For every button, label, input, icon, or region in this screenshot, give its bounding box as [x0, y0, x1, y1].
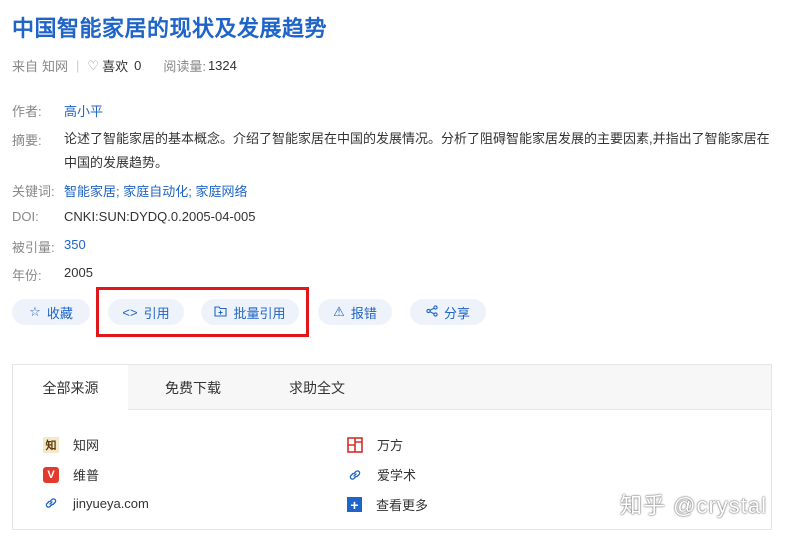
tab-request-fulltext[interactable]: 求助全文: [267, 365, 367, 410]
keyword-separator: ;: [188, 184, 192, 199]
cite-highlight-box: [96, 287, 309, 337]
source-label: 查看更多: [376, 498, 429, 513]
source-label: 知网: [73, 438, 100, 453]
doi-label: DOI:: [12, 209, 39, 224]
abstract-label: 摘要:: [12, 133, 42, 148]
warning-icon: ⚠: [333, 304, 345, 319]
collect-button[interactable]: ☆ 收藏: [12, 299, 90, 325]
page-title: 中国智能家居的现状及发展趋势: [12, 16, 328, 41]
source-label: 万方: [377, 438, 404, 453]
share-label: 分享: [443, 305, 470, 321]
source-label: 爱学术: [377, 468, 417, 483]
source-label: 维普: [73, 468, 100, 483]
cnki-logo-icon: 知: [43, 436, 59, 453]
reads-count: 1324: [207, 58, 237, 73]
author-link[interactable]: 高小平: [64, 101, 103, 120]
meta-separator: |: [76, 58, 80, 73]
article-meta: 来自 知网 | ♡ 喜欢 0 阅读量: 1324: [12, 56, 237, 75]
year-label: 年份:: [12, 268, 42, 283]
tab-all-sources[interactable]: 全部来源: [13, 365, 128, 411]
sources-tab-bar: 全部来源 免费下载 求助全文: [13, 365, 771, 411]
keyword-separator: ;: [116, 184, 120, 199]
source-item-aixueshu[interactable]: 爱学术: [347, 465, 416, 484]
collect-label: 收藏: [46, 305, 73, 321]
like-button[interactable]: ♡ 喜欢 0: [87, 56, 141, 75]
tab-free-download[interactable]: 免费下载: [143, 365, 243, 410]
source-prefix: 来自: [12, 59, 39, 74]
keywords-label: 关键词:: [12, 184, 55, 199]
heart-icon: ♡: [87, 57, 100, 73]
source-item-wanfang[interactable]: 万方: [347, 435, 403, 454]
author-label: 作者:: [12, 104, 42, 119]
keyword-link[interactable]: 家庭自动化: [123, 184, 188, 199]
watermark: 知乎 @crystal: [620, 493, 768, 518]
source-name[interactable]: 知网: [42, 56, 68, 75]
source-label: jinyueya.com: [73, 495, 149, 511]
share-button[interactable]: 分享: [410, 299, 486, 325]
link-icon: [43, 495, 59, 511]
link-icon: [347, 467, 363, 483]
share-icon: [426, 304, 438, 320]
reads-label: 阅读量:: [163, 59, 206, 74]
keyword-link[interactable]: 智能家居: [64, 184, 116, 199]
source-item-vip[interactable]: V 维普: [43, 465, 99, 484]
keyword-link[interactable]: 家庭网络: [196, 184, 248, 199]
cited-count-link[interactable]: 350: [64, 237, 86, 252]
abstract-text: 论述了智能家居的基本概念。介绍了智能家居在中国的发展情况。分析了阻碍智能家居发展…: [64, 131, 770, 170]
source-item-cnki[interactable]: 知 知网: [43, 435, 99, 454]
like-count: 0: [134, 58, 142, 73]
cited-label: 被引量:: [12, 240, 55, 255]
star-icon: ☆: [29, 304, 41, 319]
report-button[interactable]: ⚠ 报错: [318, 299, 392, 325]
source-item-jinyueya[interactable]: jinyueya.com: [43, 495, 149, 511]
report-label: 报错: [350, 305, 377, 321]
view-more-sources[interactable]: + 查看更多: [347, 495, 428, 514]
plus-icon: +: [347, 497, 362, 513]
doi-value: CNKI:SUN:DYDQ.0.2005-04-005: [64, 209, 256, 224]
wanfang-logo-icon: [347, 436, 363, 453]
vip-logo-icon: V: [43, 466, 59, 483]
like-label: 喜欢: [102, 59, 129, 74]
keywords-list: 智能家居; 家庭自动化; 家庭网络: [64, 181, 248, 200]
year-value: 2005: [64, 265, 93, 280]
